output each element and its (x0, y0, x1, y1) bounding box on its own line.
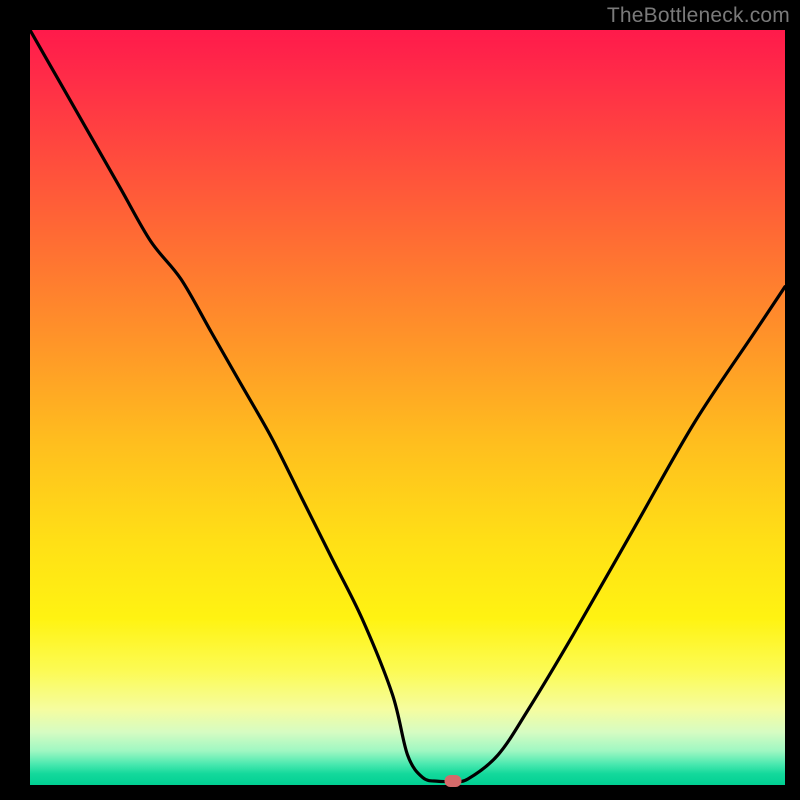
bottleneck-curve (30, 30, 785, 785)
chart-frame: TheBottleneck.com (0, 0, 800, 800)
minimum-marker (444, 775, 461, 787)
plot-area (30, 30, 785, 785)
watermark-text: TheBottleneck.com (607, 4, 790, 28)
